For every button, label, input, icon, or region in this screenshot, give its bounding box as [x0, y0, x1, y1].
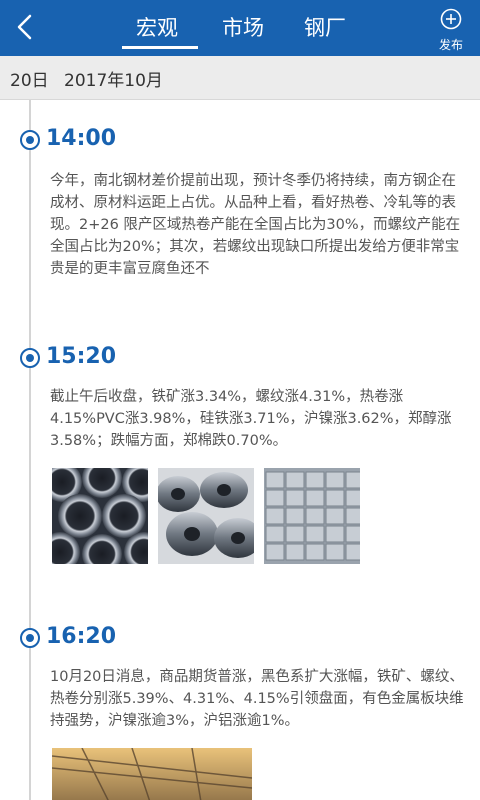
back-button[interactable] [10, 10, 40, 44]
tab-steel-mill[interactable]: 钢厂 [304, 12, 346, 42]
date-month: 2017年10月 [64, 71, 163, 91]
steel-pipes-image[interactable] [52, 468, 148, 564]
entry-time: 16:20 [46, 624, 117, 649]
date-day: 20日 [10, 71, 49, 91]
timeline-line [29, 100, 31, 800]
date-bar: 20日 2017年10月 [0, 56, 480, 100]
top-nav-bar: 宏观 市场 钢厂 发布 [0, 0, 480, 56]
entry-text: 截止午后收盘，铁矿涨3.34%，螺纹涨4.31%，热卷涨4.15%PVC涨3.9… [50, 389, 452, 449]
entry-text: 今年，南北钢材差价提前出现，预计冬季仍将持续，南方钢企在成材、原材料运距上占优。… [50, 173, 461, 277]
publish-label: 发布 [438, 38, 463, 52]
entry-text: 10月20日消息，商品期货普涨，黑色系扩大涨幅，铁矿、螺纹、热卷分别涨5.39%… [50, 669, 464, 729]
entry-time: 15:20 [46, 344, 117, 369]
steel-factory-image[interactable] [52, 748, 252, 800]
timeline-dot [20, 348, 40, 368]
publish-button[interactable]: 发布 [430, 6, 472, 54]
active-tab-indicator [122, 46, 198, 49]
entry-time: 14:00 [46, 126, 117, 151]
timeline-dot [20, 628, 40, 648]
tab-macro[interactable]: 宏观 [136, 12, 178, 42]
steel-coils-image[interactable] [158, 468, 254, 564]
plus-circle-icon [440, 8, 462, 30]
steel-billets-image[interactable] [264, 468, 360, 564]
tab-market[interactable]: 市场 [222, 12, 264, 42]
chevron-left-icon [17, 14, 32, 40]
timeline-dot [20, 130, 40, 150]
